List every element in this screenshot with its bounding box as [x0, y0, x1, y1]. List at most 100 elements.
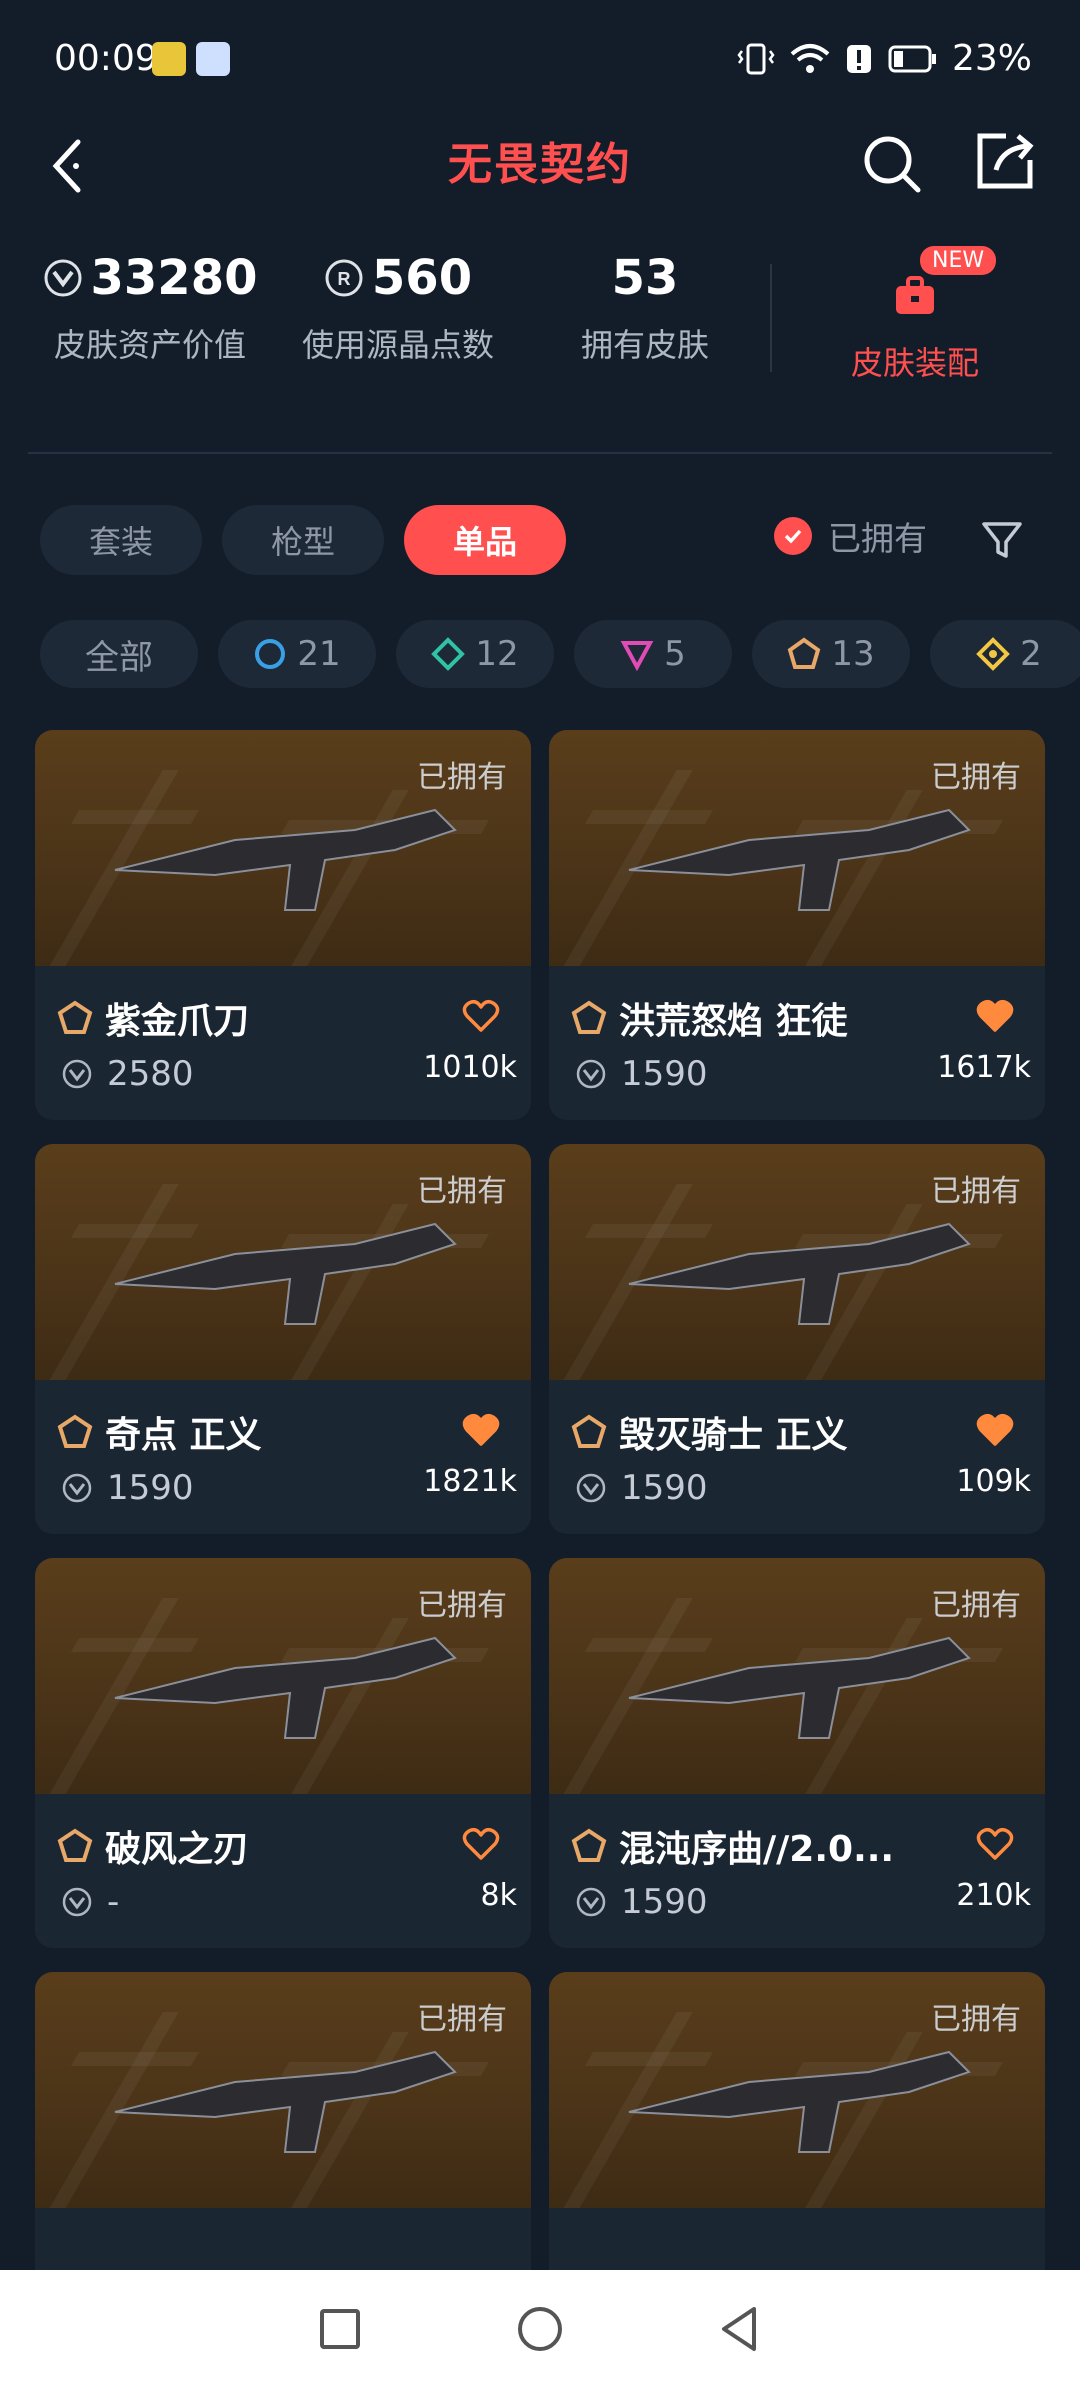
vibrate-icon: [737, 43, 775, 74]
skin-card[interactable]: 已拥有 破风之刃 - 8k: [35, 1558, 531, 1948]
owned-filter-toggle[interactable]: 已拥有: [774, 512, 927, 560]
skin-image: 已拥有: [549, 1558, 1045, 1794]
battery-icon: [888, 45, 936, 72]
battery-percent: 23%: [951, 38, 1032, 79]
vp-icon: [62, 1887, 92, 1917]
skin-card[interactable]: 已拥有 混沌序曲//2.0... 1590 210k: [549, 1558, 1045, 1948]
app-notification-icon: [196, 42, 230, 76]
like-count: 1617k: [937, 1050, 1031, 1085]
skin-card[interactable]: 已拥有 毁灭骑士 正义 1590 109k: [549, 1144, 1045, 1534]
owned-label: 已拥有: [931, 1588, 1021, 1623]
like-count: 1821k: [423, 1464, 517, 1499]
checkmark-icon: [774, 517, 812, 555]
tab-weapon-types[interactable]: 枪型: [222, 505, 384, 575]
app-header: 无畏契约: [0, 110, 1080, 230]
tab-single-items[interactable]: 单品: [404, 505, 566, 575]
toolbox-icon: [896, 276, 934, 314]
skin-price: 1590: [621, 1882, 708, 1922]
exclusive-tier-icon: [788, 637, 821, 669]
chip-premium-edition[interactable]: 5: [574, 620, 732, 688]
vp-icon: [62, 1059, 92, 1089]
heart-icon[interactable]: [975, 996, 1015, 1036]
skin-name: 破风之刃: [105, 1829, 250, 1870]
svg-text:R: R: [337, 269, 350, 289]
skin-name: 紫金爪刀: [105, 1001, 250, 1042]
like-count: 109k: [956, 1464, 1031, 1499]
skin-name: 毁灭骑士 正义: [619, 1415, 848, 1456]
chip-deluxe-edition[interactable]: 12: [396, 620, 554, 688]
chip-select-edition[interactable]: 21: [218, 620, 376, 688]
skin-image: 已拥有: [549, 1972, 1045, 2208]
chip-ultra-edition[interactable]: 2: [930, 620, 1080, 688]
vp-icon: [576, 1059, 606, 1089]
exclusive-tier-icon: [571, 1828, 607, 1862]
skin-price: 1590: [621, 1468, 708, 1508]
skin-card[interactable]: 已拥有 奇点 正义 1590 1821k: [35, 1144, 531, 1534]
exclusive-tier-icon: [57, 1828, 93, 1862]
skin-price: 1590: [107, 1468, 194, 1508]
owned-label: 已拥有: [417, 760, 507, 795]
exclusive-tier-icon: [571, 1414, 607, 1448]
radianite-icon: R: [325, 259, 363, 297]
owned-label: 已拥有: [417, 1588, 507, 1623]
heart-icon[interactable]: [975, 1824, 1015, 1864]
skin-image: 已拥有: [35, 1144, 531, 1380]
skin-name: 混沌序曲//2.0...: [619, 1829, 895, 1870]
ultra-tier-icon: [976, 637, 1011, 671]
premium-tier-icon: [620, 641, 654, 671]
app-notification-icon: [152, 42, 186, 76]
new-badge: NEW: [920, 246, 997, 275]
system-nav-bar: [0, 2270, 1080, 2388]
owned-label: 已拥有: [417, 1174, 507, 1209]
skin-card[interactable]: 已拥有 紫金爪刀 2580 1010k: [35, 730, 531, 1120]
stat-owned-skins: 53 拥有皮肤: [580, 250, 709, 364]
vp-icon: [62, 1473, 92, 1503]
vp-icon: [576, 1887, 606, 1917]
chip-all[interactable]: 全部: [40, 620, 198, 688]
skin-card[interactable]: 已拥有 洪荒怒焰 狂徒 1590 1617k: [549, 730, 1045, 1120]
like-count: 210k: [956, 1878, 1031, 1913]
heart-icon[interactable]: [461, 1410, 501, 1450]
stats-divider: [770, 264, 772, 372]
like-count: 8k: [480, 1878, 517, 1913]
rarity-filter-chips: 全部 21 12 5 13 2: [40, 620, 1080, 688]
chip-exclusive-edition[interactable]: 13: [752, 620, 910, 688]
skin-name: 奇点 正义: [105, 1415, 262, 1456]
skin-name: 洪荒怒焰 狂徒: [619, 1001, 848, 1042]
tab-bundles[interactable]: 套装: [40, 505, 202, 575]
search-icon[interactable]: [858, 130, 924, 196]
skin-price: 2580: [107, 1054, 194, 1094]
stat-radianite-points: R 560 使用源晶点数: [301, 250, 494, 364]
exclusive-tier-icon: [571, 1000, 607, 1034]
heart-icon[interactable]: [461, 996, 501, 1036]
home-icon[interactable]: [512, 2301, 568, 2357]
skin-price: 1590: [621, 1054, 708, 1094]
skin-image: 已拥有: [35, 1558, 531, 1794]
exclusive-tier-icon: [57, 1414, 93, 1448]
alert-icon: [846, 44, 871, 73]
exclusive-tier-icon: [57, 1000, 93, 1034]
skin-loadout-button[interactable]: NEW 皮肤装配: [810, 246, 1020, 384]
status-bar: 00:09 23%: [0, 0, 1080, 118]
heart-icon[interactable]: [975, 1410, 1015, 1450]
stat-asset-value: 33280 皮肤资产价值: [35, 250, 265, 366]
skin-image: 已拥有: [35, 730, 531, 966]
heart-icon[interactable]: [461, 1824, 501, 1864]
stats-panel: 33280 皮肤资产价值 R 560 使用源晶点数 53 拥有皮肤 NEW 皮肤…: [0, 246, 1080, 410]
owned-label: 已拥有: [931, 1174, 1021, 1209]
like-count: 1010k: [423, 1050, 517, 1085]
status-time: 00:09: [54, 38, 158, 79]
select-tier-icon: [255, 639, 286, 669]
filter-icon[interactable]: [978, 516, 1026, 564]
owned-label: 已拥有: [417, 2002, 507, 2037]
recent-apps-icon[interactable]: [312, 2301, 368, 2357]
back-nav-icon[interactable]: [712, 2301, 768, 2357]
vp-icon: [44, 259, 81, 297]
share-icon[interactable]: [972, 128, 1038, 194]
owned-label: 已拥有: [931, 2002, 1021, 2037]
skin-image: 已拥有: [35, 1972, 531, 2208]
skin-image: 已拥有: [549, 1144, 1045, 1380]
deluxe-tier-icon: [431, 637, 466, 671]
skin-image: 已拥有: [549, 730, 1045, 966]
skin-price: -: [107, 1882, 120, 1922]
